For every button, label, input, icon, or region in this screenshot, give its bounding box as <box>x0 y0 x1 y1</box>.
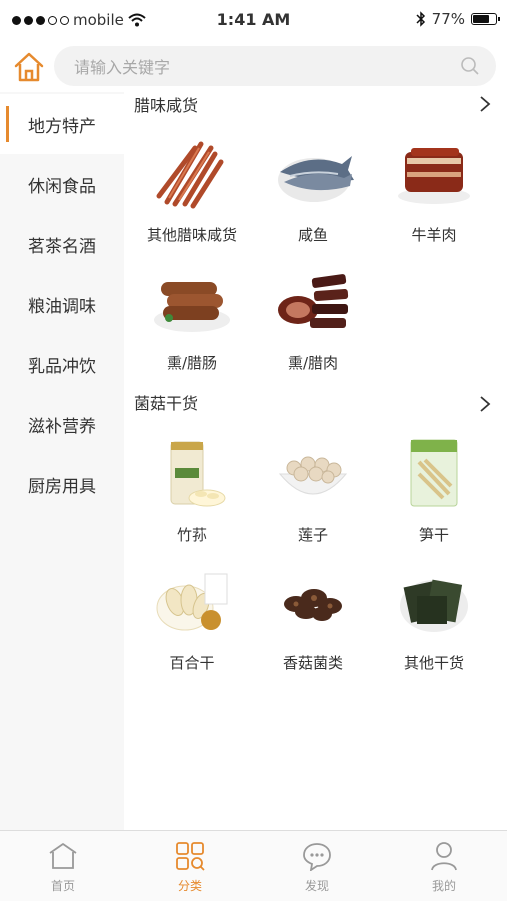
search-header <box>0 44 507 90</box>
section-title[interactable]: 腊味咸货 <box>134 92 198 116</box>
category-item-label: 牛羊肉 <box>411 226 457 244</box>
sausage-image <box>154 282 230 332</box>
category-item-label: 笋干 <box>418 526 449 544</box>
sidebar-item-dairy-drinks[interactable]: 乳品冲饮 <box>0 334 124 394</box>
category-item-label: 莲子 <box>297 526 328 544</box>
sidebar-item-label: 滋补营养 <box>28 416 96 437</box>
bluetooth-icon <box>416 11 425 27</box>
category-item-label: 熏/腊肠 <box>166 354 218 372</box>
tab-home[interactable]: 首页 <box>0 831 126 901</box>
bottom-tab-bar: 首页 分类 发现 我的 <box>0 830 507 901</box>
lotus-seed-bowl-image <box>278 456 348 495</box>
category-item[interactable]: 其他腊味咸货 <box>132 138 252 245</box>
jerky-strips-image <box>156 141 224 209</box>
tab-label: 首页 <box>50 879 75 893</box>
search-input[interactable] <box>72 46 436 88</box>
category-item[interactable]: 熏/腊肉 <box>253 266 373 373</box>
category-item-label: 咸鱼 <box>297 226 328 244</box>
tab-label: 发现 <box>304 879 329 893</box>
category-content: 腊味咸货 其他腊味咸货 咸鱼 牛羊肉 熏/腊肠 熏/腊肉 菌菇干货 竹荪 莲子 … <box>124 92 507 830</box>
sidebar-item-snacks[interactable]: 休闲食品 <box>0 154 124 214</box>
tab-category[interactable]: 分类 <box>127 831 253 901</box>
sidebar-item-label: 乳品冲饮 <box>28 356 96 377</box>
sidebar-item-kitchenware[interactable]: 厨房用具 <box>0 454 124 514</box>
sidebar-item-grain-oil[interactable]: 粮油调味 <box>0 274 124 334</box>
sidebar-item-nutrition[interactable]: 滋补营养 <box>0 394 124 454</box>
seaweed-image <box>400 579 468 632</box>
category-icon <box>176 842 205 871</box>
category-sidebar: 地方特产 休闲食品 茗茶名酒 粮油调味 乳品冲饮 滋补营养 厨房用具 <box>0 92 124 830</box>
sidebar-item-label: 厨房用具 <box>28 476 96 497</box>
sidebar-item-label: 地方特产 <box>28 116 96 137</box>
tab-label: 分类 <box>177 879 202 893</box>
chat-bubble-icon <box>303 843 331 872</box>
category-item-label: 香菇菌类 <box>282 654 343 672</box>
category-item[interactable]: 熏/腊肠 <box>132 266 252 373</box>
status-bar: mobile 1:41 AM 77% <box>0 0 507 40</box>
sidebar-item-label: 休闲食品 <box>28 176 96 197</box>
home-icon[interactable] <box>12 50 46 84</box>
category-item[interactable]: 笋干 <box>374 438 494 545</box>
cured-meat-image <box>278 274 349 328</box>
sidebar-item-tea-wine[interactable]: 茗茶名酒 <box>0 214 124 274</box>
section-title[interactable]: 菌菇干货 <box>134 390 198 414</box>
braised-meat-image <box>398 148 470 204</box>
category-item-label: 其他腊味咸货 <box>146 226 237 244</box>
home-icon <box>49 843 77 869</box>
dried-lily-image <box>156 573 228 631</box>
category-item-label: 熏/腊肉 <box>287 354 339 372</box>
category-item[interactable]: 莲子 <box>253 438 373 545</box>
salted-fish-image <box>278 156 354 202</box>
battery-percent: 77% <box>431 10 465 28</box>
active-indicator <box>6 106 9 142</box>
category-item-label: 竹荪 <box>176 526 207 544</box>
status-right: 77% <box>416 10 500 28</box>
tab-discover[interactable]: 发现 <box>254 831 380 901</box>
category-item[interactable]: 其他干货 <box>374 566 494 673</box>
chevron-right-icon[interactable] <box>477 95 493 113</box>
category-item[interactable]: 咸鱼 <box>253 138 373 245</box>
tab-label: 我的 <box>431 879 456 893</box>
sidebar-item-label: 粮油调味 <box>28 296 96 317</box>
category-item-label: 百合干 <box>169 654 215 672</box>
tab-mine[interactable]: 我的 <box>381 831 507 901</box>
mushroom-image <box>284 589 342 621</box>
sidebar-item-local-specialties[interactable]: 地方特产 <box>0 94 124 154</box>
category-item[interactable]: 牛羊肉 <box>374 138 494 245</box>
user-icon <box>431 842 457 871</box>
sidebar-item-label: 茗茶名酒 <box>28 236 96 257</box>
category-item[interactable]: 香菇菌类 <box>253 566 373 673</box>
search-bar[interactable] <box>54 46 496 88</box>
bamboo-fungus-jar-image <box>170 441 226 507</box>
chevron-right-icon[interactable] <box>477 395 493 413</box>
category-item-label: 其他干货 <box>403 654 464 672</box>
search-icon[interactable] <box>460 56 480 76</box>
dried-bamboo-shoot-bag-image <box>410 439 458 507</box>
category-item[interactable]: 竹荪 <box>132 438 252 545</box>
battery-icon <box>471 13 500 25</box>
category-item[interactable]: 百合干 <box>132 566 252 673</box>
